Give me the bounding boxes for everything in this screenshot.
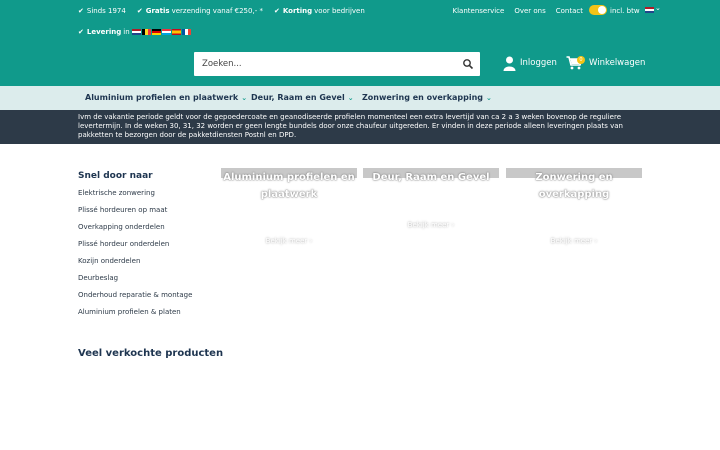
top-links: Klantenservice Over ons Contact: [443, 5, 584, 17]
nav-item-label: Zonwering en overkapping: [362, 93, 484, 102]
delivery-text: in: [123, 28, 130, 36]
link-klantenservice[interactable]: Klantenservice: [453, 7, 505, 15]
usp-bold: Gratis: [145, 7, 170, 15]
nav-item-aluminium[interactable]: Aluminium profielen en plaatwerk ⌄: [85, 93, 247, 102]
category-title: Deur, Raam en Gevel: [372, 172, 490, 183]
delivery-countries: ✔ Levering in: [78, 26, 192, 38]
cart-count-badge: 0: [577, 56, 585, 64]
category-title: Zonwering en overkapping: [535, 172, 613, 200]
category-more-link[interactable]: Bekijk meer ›: [506, 237, 642, 245]
vat-label: incl. btw: [610, 7, 640, 15]
chevron-down-icon: ⌄: [241, 94, 248, 102]
link-over-ons[interactable]: Over ons: [514, 7, 545, 15]
search-icon[interactable]: [462, 58, 474, 70]
search-bar: [194, 52, 480, 76]
nav-item-label: Deur, Raam en Gevel: [251, 93, 345, 102]
language-flag-nl-icon[interactable]: [645, 7, 654, 13]
quick-links: Elektrische zonwering Plissé hordeuren o…: [78, 188, 192, 324]
top-header: ✔ Sinds 1974 ✔ Gratis verzending vanaf €…: [0, 0, 720, 86]
link-contact[interactable]: Contact: [556, 7, 583, 15]
check-icon: ✔: [78, 28, 84, 36]
sidebar-title: Snel door naar: [78, 171, 153, 181]
flag-be-icon: [141, 29, 151, 35]
quick-link-item[interactable]: Deurbeslag: [78, 273, 192, 290]
section-title-bestsellers: Veel verkochte producten: [78, 348, 224, 359]
category-more-link[interactable]: Bekijk meer ›: [221, 237, 357, 245]
flag-nl-icon: [131, 29, 141, 35]
notice-banner: Ivm de vakantie periode geldt voor de ge…: [0, 110, 720, 144]
login-button[interactable]: Inloggen: [503, 54, 557, 72]
delivery-bold: Levering: [86, 28, 122, 36]
usp-bar: ✔ Sinds 1974 ✔ Gratis verzending vanaf €…: [78, 5, 376, 17]
check-icon: ✔: [273, 7, 280, 15]
cart-label: Winkelwagen: [589, 58, 646, 68]
nav-item-zonwering[interactable]: Zonwering en overkapping ⌄: [362, 93, 492, 102]
quick-link-item[interactable]: Plissé hordeur onderdelen: [78, 239, 192, 256]
quick-link-item[interactable]: Elektrische zonwering: [78, 188, 192, 205]
usp-since: ✔ Sinds 1974: [78, 7, 126, 15]
chevron-down-icon: ⌄: [347, 94, 354, 102]
quick-link-item[interactable]: Plissé hordeuren op maat: [78, 205, 192, 222]
usp-text: verzending vanaf €250,- *: [171, 7, 263, 15]
category-more-link[interactable]: Bekijk meer ›: [363, 221, 499, 229]
category-title: Aluminium profielen en plaatwerk: [223, 172, 355, 200]
flag-fr-icon: [181, 29, 191, 35]
flag-lu-icon: [161, 29, 171, 35]
quick-link-item[interactable]: Onderhoud reparatie & montage: [78, 290, 192, 307]
quick-link-item[interactable]: Overkapping onderdelen: [78, 222, 192, 239]
chevron-down-icon: ⌄: [486, 94, 492, 102]
check-icon: ✔: [136, 7, 143, 15]
nav-item-deur-raam-gevel[interactable]: Deur, Raam en Gevel ⌄: [251, 93, 354, 102]
usp-text: voor bedrijven: [314, 7, 365, 15]
usp-text: Sinds 1974: [86, 7, 126, 15]
nav-item-label: Aluminium profielen en plaatwerk: [85, 93, 239, 102]
flag-de-icon: [151, 29, 161, 35]
vat-toggle[interactable]: [589, 5, 607, 15]
chevron-down-icon[interactable]: ⌄: [655, 4, 661, 12]
main-nav: Aluminium profielen en plaatwerk ⌄ Deur, …: [0, 86, 720, 110]
cart-button[interactable]: 0 Winkelwagen: [566, 54, 645, 72]
check-icon: ✔: [78, 7, 84, 15]
login-label: Inloggen: [520, 58, 557, 68]
quick-link-item[interactable]: Aluminium profielen & platen: [78, 307, 192, 324]
quick-link-item[interactable]: Kozijn onderdelen: [78, 256, 192, 273]
user-icon: [503, 56, 516, 71]
usp-bold: Korting: [282, 7, 313, 15]
usp-discount: ✔ Korting voor bedrijven: [274, 7, 365, 15]
flag-es-icon: [171, 29, 181, 35]
usp-free-shipping: ✔ Gratis verzending vanaf €250,- *: [137, 7, 263, 15]
search-input[interactable]: [194, 52, 456, 76]
